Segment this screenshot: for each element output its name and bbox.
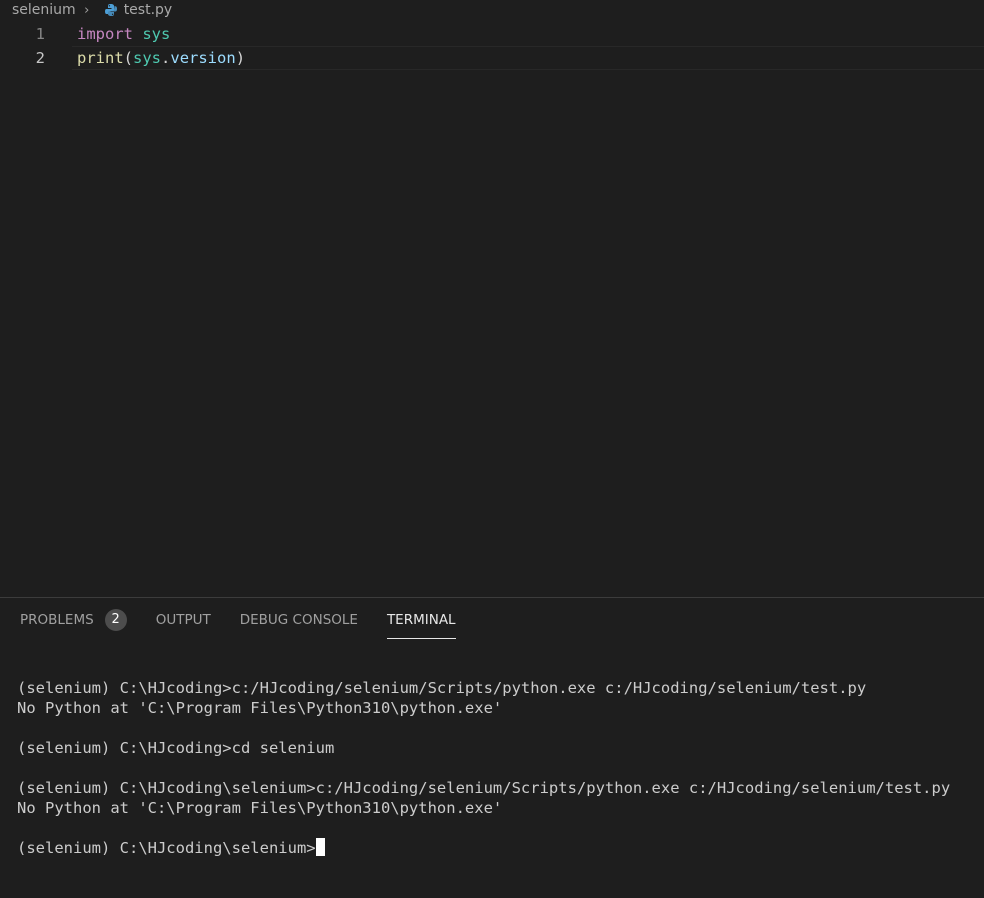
tab-problems-label: PROBLEMS <box>20 612 94 628</box>
code-token-function: print <box>77 49 124 67</box>
tab-problems[interactable]: PROBLEMS 2 <box>20 609 127 639</box>
tab-debug-console-label: DEBUG CONSOLE <box>239 612 358 628</box>
code-token-paren: ) <box>235 49 246 67</box>
terminal-line: (selenium) C:\HJcoding>cd selenium <box>17 739 335 757</box>
tab-output-label: OUTPUT <box>155 612 211 628</box>
tab-terminal-label: TERMINAL <box>386 612 456 628</box>
tab-output[interactable]: OUTPUT <box>156 609 211 639</box>
terminal-prompt-line[interactable]: (selenium) C:\HJcoding\selenium> <box>17 838 984 858</box>
code-token-dot: . <box>161 49 171 67</box>
breadcrumb-file[interactable]: test.py <box>124 2 173 18</box>
breadcrumb: selenium › test.py <box>12 0 172 20</box>
problems-count-badge: 2 <box>104 609 127 631</box>
python-icon <box>104 3 118 17</box>
panel-tabs: PROBLEMS 2 OUTPUT DEBUG CONSOLE TERMINAL <box>20 609 456 639</box>
code-line-active[interactable]: 2 print(sys.version) <box>0 46 984 70</box>
terminal-line: (selenium) C:\HJcoding>c:/HJcoding/selen… <box>17 679 867 697</box>
tab-debug-console[interactable]: DEBUG CONSOLE <box>240 609 358 639</box>
terminal-prompt: (selenium) C:\HJcoding\selenium> <box>17 839 316 857</box>
line-number: 1 <box>35 25 45 43</box>
bottom-panel: PROBLEMS 2 OUTPUT DEBUG CONSOLE TERMINAL… <box>0 597 984 898</box>
terminal-line: No Python at 'C:\Program Files\Python310… <box>17 699 503 717</box>
line-number: 2 <box>35 49 45 67</box>
terminal-line: No Python at 'C:\Program Files\Python310… <box>17 799 503 817</box>
code-token-paren: ( <box>123 49 134 67</box>
chevron-right-icon: › <box>84 2 90 18</box>
terminal-output[interactable]: (selenium) C:\HJcoding>c:/HJcoding/selen… <box>17 678 984 858</box>
terminal-line: (selenium) C:\HJcoding\selenium>c:/HJcod… <box>17 779 951 797</box>
code-editor[interactable]: 1 import sys 2 print(sys.version) <box>0 22 984 597</box>
code-token-module: sys <box>142 25 171 43</box>
tab-terminal[interactable]: TERMINAL <box>386 609 456 639</box>
code-line[interactable]: 1 import sys <box>0 22 984 46</box>
breadcrumb-folder[interactable]: selenium <box>12 2 76 18</box>
code-token-attribute: version <box>170 49 236 67</box>
code-token-module: sys <box>133 49 162 67</box>
code-token-keyword: import <box>77 25 133 43</box>
terminal-cursor <box>315 838 325 856</box>
